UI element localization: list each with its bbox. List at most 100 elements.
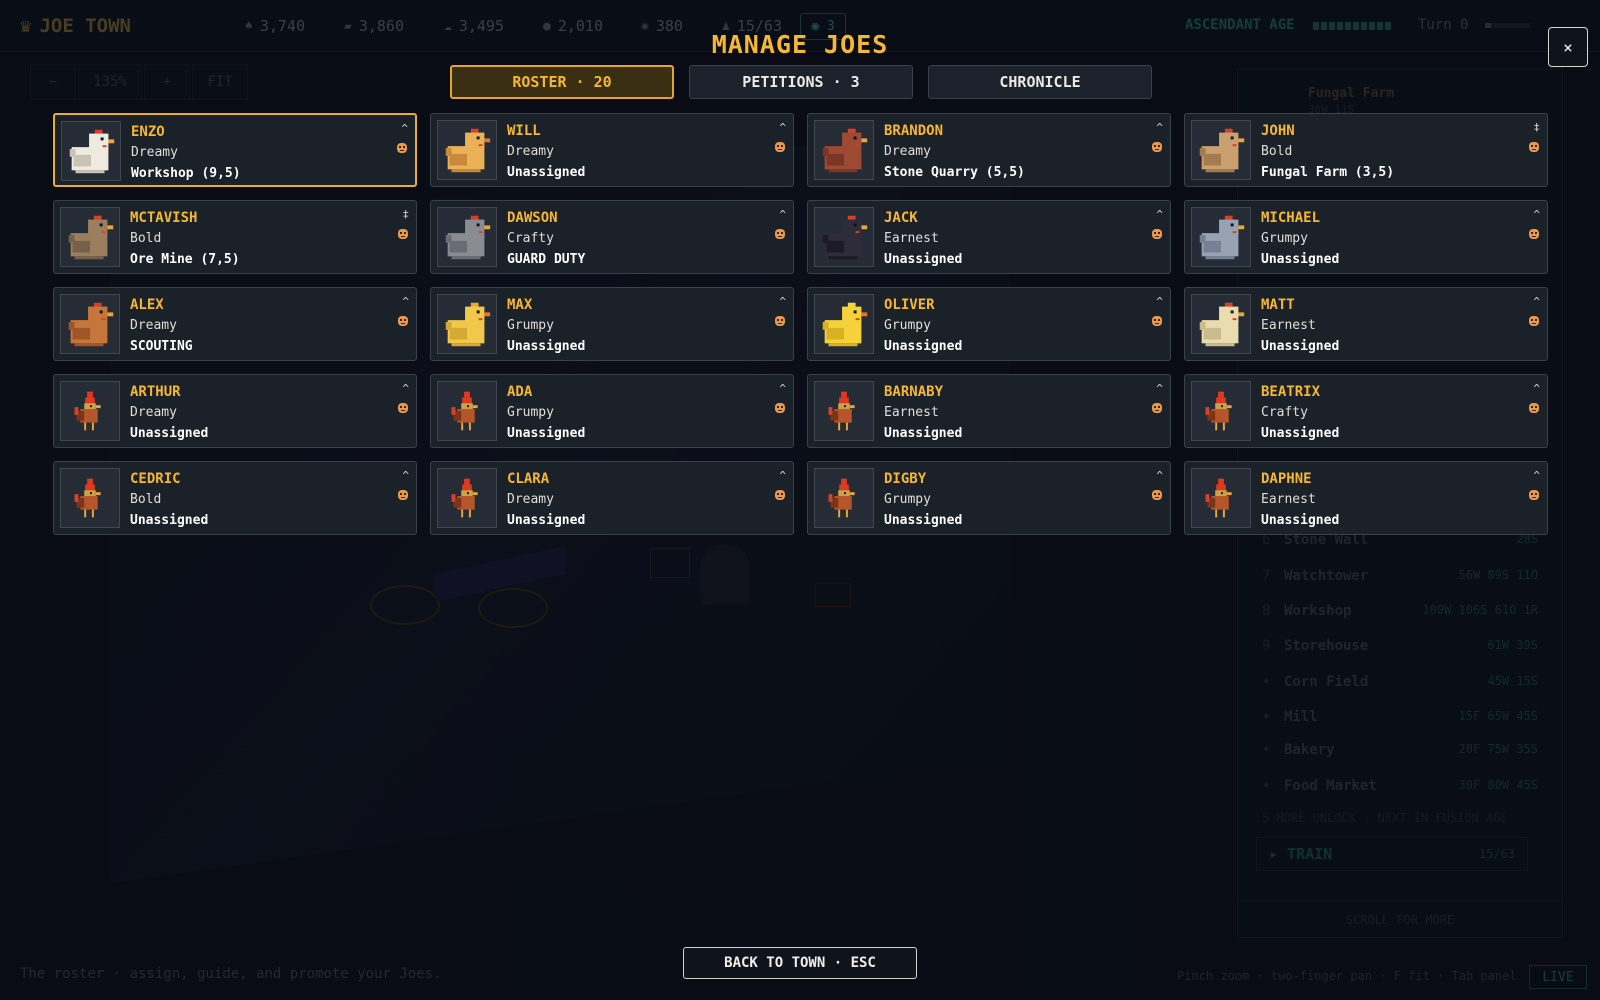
joe-card[interactable]: CEDRIC Bold Unassigned ^	[53, 461, 417, 535]
promote-icon[interactable]: ‡	[402, 209, 409, 220]
mood-face-icon	[397, 143, 407, 153]
joe-trait: Earnest	[1261, 492, 1316, 507]
joe-name: MICHAEL	[1261, 210, 1321, 226]
joe-avatar	[814, 207, 874, 267]
joe-avatar	[1191, 120, 1251, 180]
joe-assignment: Unassigned	[507, 513, 586, 528]
joe-name: BARNABY	[884, 384, 944, 400]
promote-icon[interactable]: ^	[779, 383, 786, 394]
joe-avatar	[437, 468, 497, 528]
joe-trait: Bold	[130, 492, 162, 507]
joe-assignment: Unassigned	[884, 339, 963, 354]
joe-trait: Earnest	[884, 405, 939, 420]
joe-card[interactable]: ARTHUR Dreamy Unassigned ^	[53, 374, 417, 448]
promote-icon[interactable]: ^	[779, 470, 786, 481]
joe-avatar	[60, 468, 120, 528]
joe-assignment: Unassigned	[1261, 426, 1340, 441]
tab-petitions[interactable]: PETITIONS · 3	[689, 65, 913, 99]
mood-face-icon	[1152, 403, 1162, 413]
joe-card[interactable]: BRANDON Dreamy Stone Quarry (5,5) ^	[807, 113, 1171, 187]
joe-name: JACK	[884, 210, 918, 226]
promote-icon[interactable]: ^	[402, 296, 409, 307]
tab-roster[interactable]: ROSTER · 20	[450, 65, 674, 99]
joe-name: ADA	[507, 384, 533, 400]
joe-avatar	[1191, 207, 1251, 267]
joe-card[interactable]: BARNABY Earnest Unassigned ^	[807, 374, 1171, 448]
promote-icon[interactable]: ^	[1156, 296, 1163, 307]
back-to-town-button[interactable]: BACK TO TOWN · ESC	[683, 947, 917, 979]
joe-name: ALEX	[130, 297, 164, 313]
joe-trait: Dreamy	[131, 145, 178, 160]
joe-trait: Grumpy	[884, 318, 931, 333]
mood-face-icon	[1152, 490, 1162, 500]
joe-card[interactable]: JOHN Bold Fungal Farm (3,5) ‡	[1184, 113, 1548, 187]
joe-name: DAPHNE	[1261, 471, 1312, 487]
joe-avatar	[437, 381, 497, 441]
joe-assignment: Ore Mine (7,5)	[130, 252, 240, 267]
promote-icon[interactable]: ^	[401, 123, 408, 134]
mood-face-icon	[1152, 142, 1162, 152]
tab-chronicle[interactable]: CHRONICLE	[928, 65, 1152, 99]
promote-icon[interactable]: ^	[1533, 296, 1540, 307]
joe-avatar	[814, 381, 874, 441]
joe-trait: Crafty	[507, 231, 554, 246]
joe-card[interactable]: MCTAVISH Bold Ore Mine (7,5) ‡	[53, 200, 417, 274]
joe-trait: Dreamy	[130, 318, 177, 333]
joe-card[interactable]: CLARA Dreamy Unassigned ^	[430, 461, 794, 535]
joe-card[interactable]: JACK Earnest Unassigned ^	[807, 200, 1171, 274]
joe-assignment: Unassigned	[1261, 339, 1340, 354]
joe-assignment: Unassigned	[507, 165, 586, 180]
modal-tabs: ROSTER · 20 PETITIONS · 3 CHRONICLE	[450, 65, 1152, 99]
promote-icon[interactable]: ^	[779, 122, 786, 133]
promote-icon[interactable]: ^	[779, 209, 786, 220]
joe-card[interactable]: MATT Earnest Unassigned ^	[1184, 287, 1548, 361]
promote-icon[interactable]: ^	[1533, 470, 1540, 481]
joe-name: BEATRIX	[1261, 384, 1321, 400]
joe-card[interactable]: ENZO Dreamy Workshop (9,5) ^	[53, 113, 417, 187]
promote-icon[interactable]: ^	[1156, 470, 1163, 481]
joe-assignment: Stone Quarry (5,5)	[884, 165, 1025, 180]
joe-name: CEDRIC	[130, 471, 181, 487]
mood-face-icon	[398, 229, 408, 239]
promote-icon[interactable]: ^	[402, 383, 409, 394]
joe-avatar	[437, 294, 497, 354]
joe-avatar	[60, 207, 120, 267]
joe-name: MATT	[1261, 297, 1295, 313]
joe-card[interactable]: BEATRIX Crafty Unassigned ^	[1184, 374, 1548, 448]
mood-face-icon	[1529, 490, 1539, 500]
joe-trait: Bold	[130, 231, 162, 246]
joe-avatar	[61, 121, 121, 181]
joe-card[interactable]: OLIVER Grumpy Unassigned ^	[807, 287, 1171, 361]
promote-icon[interactable]: ^	[779, 296, 786, 307]
joe-card[interactable]: WILL Dreamy Unassigned ^	[430, 113, 794, 187]
joe-card[interactable]: ADA Grumpy Unassigned ^	[430, 374, 794, 448]
joe-trait: Bold	[1261, 144, 1293, 159]
joe-card[interactable]: MAX Grumpy Unassigned ^	[430, 287, 794, 361]
joe-card[interactable]: MICHAEL Grumpy Unassigned ^	[1184, 200, 1548, 274]
close-button[interactable]: ×	[1548, 27, 1588, 67]
joe-trait: Grumpy	[507, 405, 554, 420]
promote-icon[interactable]: ^	[1156, 383, 1163, 394]
joe-name: MAX	[507, 297, 533, 313]
joe-card[interactable]: DIGBY Grumpy Unassigned ^	[807, 461, 1171, 535]
joe-assignment: Unassigned	[130, 513, 209, 528]
joe-assignment: Unassigned	[130, 426, 209, 441]
mood-face-icon	[1529, 142, 1539, 152]
promote-icon[interactable]: ^	[1156, 122, 1163, 133]
mood-face-icon	[1529, 316, 1539, 326]
promote-icon[interactable]: ^	[1533, 383, 1540, 394]
joe-avatar	[814, 468, 874, 528]
promote-icon[interactable]: ^	[402, 470, 409, 481]
mood-face-icon	[775, 316, 785, 326]
promote-icon[interactable]: ^	[1156, 209, 1163, 220]
joe-card[interactable]: DAPHNE Earnest Unassigned ^	[1184, 461, 1548, 535]
joe-avatar	[1191, 468, 1251, 528]
joe-card[interactable]: ALEX Dreamy SCOUTING ^	[53, 287, 417, 361]
joe-trait: Dreamy	[884, 144, 931, 159]
joe-card[interactable]: DAWSON Crafty GUARD DUTY ^	[430, 200, 794, 274]
mood-face-icon	[1529, 229, 1539, 239]
promote-icon[interactable]: ^	[1533, 209, 1540, 220]
promote-icon[interactable]: ‡	[1533, 122, 1540, 133]
modal-title: MANAGE JOES	[711, 30, 889, 59]
joe-avatar	[60, 381, 120, 441]
